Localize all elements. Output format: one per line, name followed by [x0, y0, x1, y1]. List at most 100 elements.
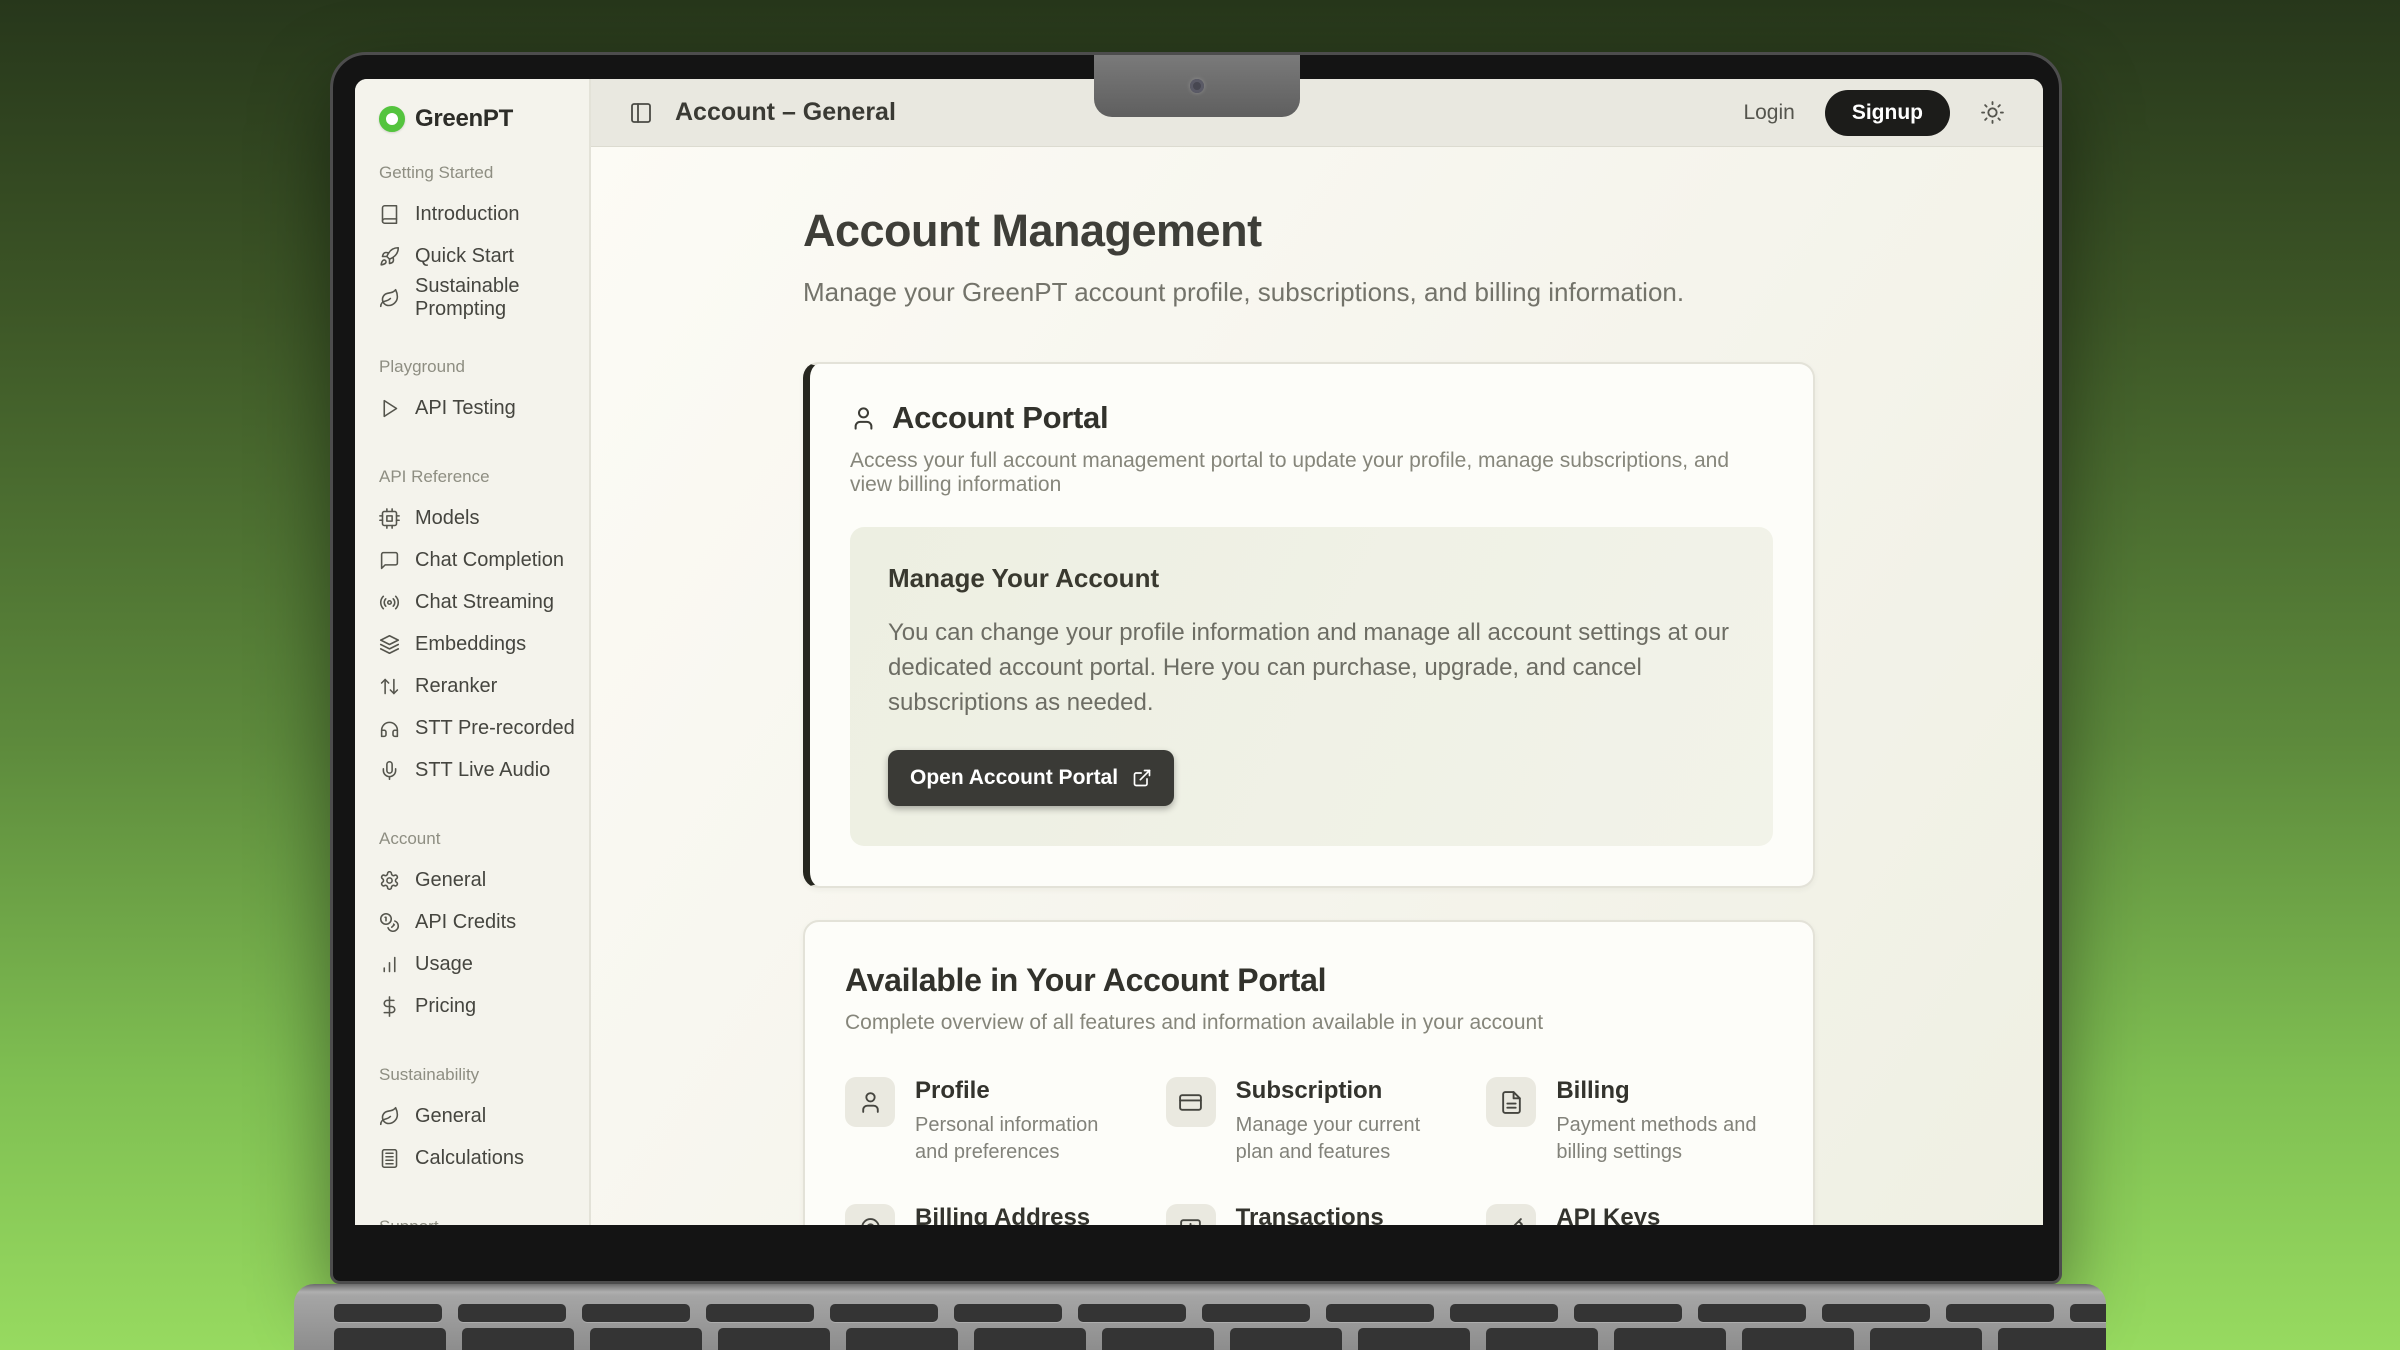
sidebar-section-sustainability: SustainabilityGeneralCalculations — [379, 1065, 589, 1179]
sidebar-item-label: General — [415, 869, 486, 892]
keyboard-key — [1946, 1304, 2054, 1322]
brand-logo[interactable]: GreenPT — [379, 105, 589, 133]
keyboard-key — [1358, 1328, 1470, 1350]
keyboard-key — [2070, 1304, 2106, 1322]
feature-icon-box — [1486, 1204, 1536, 1225]
sidebar-item-label: Calculations — [415, 1147, 524, 1170]
signup-button[interactable]: Signup — [1825, 90, 1950, 136]
sidebar-section-api-reference: API Reference Models Chat Completion Chat S… — [379, 467, 589, 791]
open-account-portal-label: Open Account Portal — [910, 766, 1118, 790]
keyboard-key — [590, 1328, 702, 1350]
page-subtitle: Manage your GreenPT account profile, sub… — [803, 277, 1815, 308]
keyboard-row-numbers — [334, 1328, 2106, 1350]
sidebar-item-account-usage[interactable]: Usage — [379, 943, 589, 985]
feature-title: Subscription — [1236, 1077, 1453, 1105]
content-column: Account Management Manage your GreenPT a… — [803, 147, 1815, 1225]
feature-item-billing: BillingPayment methods and billing setti… — [1486, 1077, 1773, 1166]
feature-icon-box — [1486, 1077, 1536, 1127]
laptop-base — [294, 1284, 2106, 1350]
sidebar-item-sustainability-general[interactable]: General — [379, 1095, 589, 1137]
feature-text: TransactionsComplete payment and purchas… — [1236, 1204, 1453, 1225]
features-card-title: Available in Your Account Portal — [845, 962, 1773, 999]
feature-text: ProfilePersonal information and preferen… — [915, 1077, 1132, 1166]
sidebar-item-label: Pricing — [415, 995, 476, 1018]
feature-description: Personal information and preferences — [915, 1112, 1132, 1166]
feature-text: API KeysGenerate and manage your API key… — [1556, 1204, 1773, 1225]
sidebar-item-api-reference-chat-completion[interactable]: Chat Completion — [379, 539, 589, 581]
sidebar-item-account-general[interactable]: General — [379, 859, 589, 901]
feature-icon-box — [1166, 1204, 1216, 1225]
sidebar-section-label: API Reference — [379, 467, 589, 487]
sidebar-item-label: STT Pre-recorded — [415, 717, 575, 740]
sidebar-item-account-api-credits[interactable]: API Credits — [379, 901, 589, 943]
rocket-icon — [379, 246, 400, 267]
account-portal-card-header: Account Portal — [850, 400, 1773, 436]
panel-left-icon[interactable] — [629, 101, 653, 125]
features-card-subtitle: Complete overview of all features and in… — [845, 1011, 1773, 1035]
page-title: Account Management — [803, 205, 1815, 257]
feature-item-api-keys: API KeysGenerate and manage your API key… — [1486, 1204, 1773, 1225]
sidebar-item-label: STT Live Audio — [415, 759, 550, 782]
broadcast-icon — [379, 592, 400, 613]
laptop-screen: GreenPT Getting Started Introduction Quick… — [330, 52, 2062, 1284]
header-left: Account – General — [629, 98, 896, 127]
sidebar-item-sustainability-calculations[interactable]: Calculations — [379, 1137, 589, 1179]
mic-icon — [379, 760, 400, 781]
file-text-icon — [1499, 1090, 1524, 1115]
sidebar-item-label: API Testing — [415, 397, 516, 420]
browser-viewport: GreenPT Getting Started Introduction Quick… — [355, 79, 2043, 1225]
feature-text: Billing AddressInvoice and tax address i… — [915, 1204, 1132, 1225]
sidebar-section-account: AccountGeneralAPI CreditsUsagePricing — [379, 829, 589, 1027]
chip-icon — [379, 508, 400, 529]
gear-icon — [379, 870, 400, 891]
keyboard-key — [1742, 1328, 1854, 1350]
feature-description: Manage your current plan and features — [1236, 1112, 1453, 1166]
sun-icon[interactable] — [1980, 100, 2005, 125]
key-icon — [1499, 1217, 1524, 1225]
keyboard-key — [1870, 1328, 1982, 1350]
sidebar-item-getting-started-quick-start[interactable]: Quick Start — [379, 235, 589, 277]
feature-item-subscription: Subscription Manage your current plan and… — [1166, 1077, 1453, 1166]
keyboard-key — [1486, 1328, 1598, 1350]
leaf-icon — [379, 288, 400, 309]
manage-account-box: Manage Your Account You can change your … — [850, 527, 1773, 846]
sidebar-item-label: Embeddings — [415, 633, 526, 656]
webcam-dot — [1190, 79, 1204, 93]
feature-text: BillingPayment methods and billing setti… — [1556, 1077, 1773, 1166]
sidebar-item-api-reference-stt-live-audio[interactable]: STT Live Audio — [379, 749, 589, 791]
features-card: Available in Your Account Portal Complet… — [803, 920, 1815, 1225]
open-account-portal-button[interactable]: Open Account Portal — [888, 750, 1174, 806]
sidebar-item-api-reference-stt-pre-recorded[interactable]: STT Pre-recorded — [379, 707, 589, 749]
account-portal-card: Account Portal Access your full account … — [803, 362, 1815, 888]
sidebar-item-label: Quick Start — [415, 245, 514, 268]
sidebar-item-api-reference-models[interactable]: Models — [379, 497, 589, 539]
keyboard-key — [1698, 1304, 1806, 1322]
main-content: Account Management Manage your GreenPT a… — [591, 147, 2043, 1225]
feature-title: Billing — [1556, 1077, 1773, 1105]
sidebar-item-api-reference-embeddings[interactable]: Embeddings — [379, 623, 589, 665]
sidebar-item-getting-started-introduction[interactable]: Introduction — [379, 193, 589, 235]
keyboard-key — [1822, 1304, 1930, 1322]
keyboard-key — [458, 1304, 566, 1322]
manage-account-title: Manage Your Account — [888, 563, 1735, 594]
sidebar-item-label: Sustainable Prompting — [415, 275, 589, 321]
keyboard-key — [1326, 1304, 1434, 1322]
sidebar-item-account-pricing[interactable]: Pricing — [379, 985, 589, 1027]
keyboard-key — [1102, 1328, 1214, 1350]
headphones-icon — [379, 718, 400, 739]
sidebar-section-playground: PlaygroundAPI Testing — [379, 357, 589, 429]
keyboard-key — [954, 1304, 1062, 1322]
sidebar-item-label: Usage — [415, 953, 473, 976]
feature-icon-box — [845, 1077, 895, 1127]
sidebar-item-getting-started-sustainable-prompting[interactable]: Sustainable Prompting — [379, 277, 589, 319]
sidebar-item-api-reference-chat-streaming[interactable]: Chat Streaming — [379, 581, 589, 623]
sidebar-item-label: Chat Completion — [415, 549, 564, 572]
sidebar-item-playground-api-testing[interactable]: API Testing — [379, 387, 589, 429]
keyboard-key — [1230, 1328, 1342, 1350]
sidebar-section-label: Getting Started — [379, 163, 589, 183]
keyboard-row-function — [334, 1304, 2106, 1322]
feature-title: API Keys — [1556, 1204, 1773, 1225]
login-link[interactable]: Login — [1743, 101, 1794, 125]
sidebar-item-api-reference-reranker[interactable]: Reranker — [379, 665, 589, 707]
sidebar-section-support: SupportAI Scan — [379, 1217, 589, 1225]
